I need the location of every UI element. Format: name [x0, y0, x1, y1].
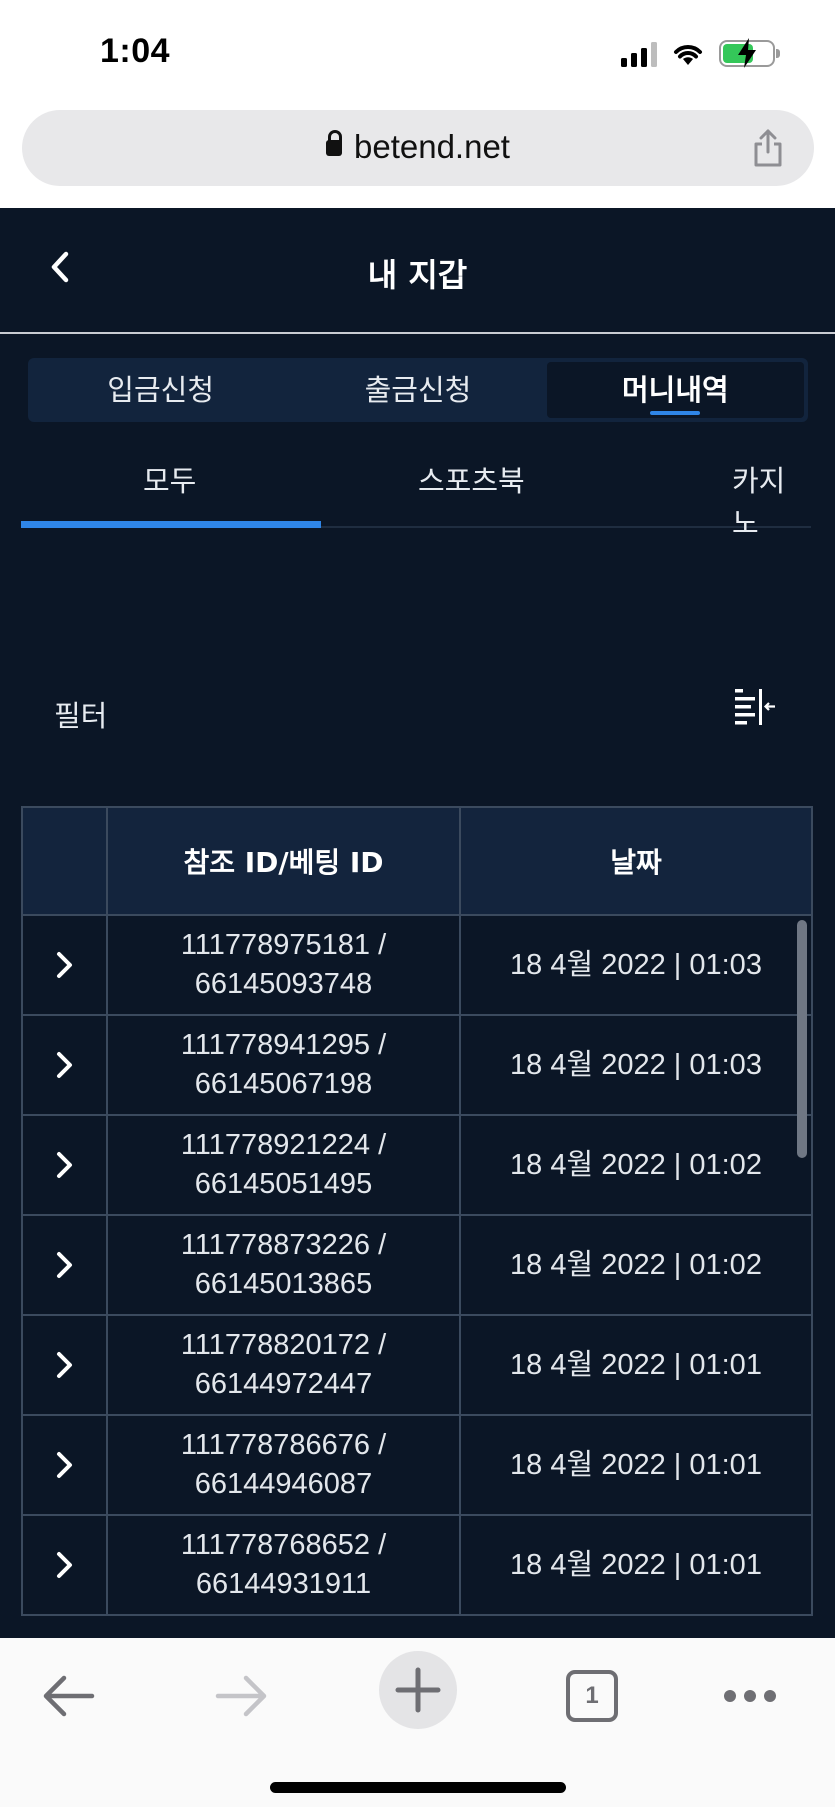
bet-id: 66145093748 — [194, 968, 373, 1000]
bet-id: 66145013865 — [194, 1268, 373, 1300]
reference-id: 111778975181 / — [180, 929, 387, 961]
chevron-right-icon[interactable] — [54, 1150, 76, 1180]
date-cell: 18 4월 2022 | 01:02 — [459, 1214, 813, 1316]
reference-bet-id-cell: 111778768652 / 66144931911 — [106, 1514, 461, 1616]
expand-row-cell[interactable] — [21, 1214, 108, 1316]
table-row[interactable]: 111778768652 / 66144931911 18 4월 2022 | 01… — [21, 1514, 813, 1616]
table-row[interactable]: 111778921224 / 66145051495 18 4월 2022 | 01… — [21, 1114, 813, 1216]
active-tab-indicator — [21, 521, 321, 528]
share-icon[interactable] — [752, 128, 784, 168]
reference-id: 111778873226 / — [180, 1229, 387, 1261]
chevron-right-icon[interactable] — [54, 1050, 76, 1080]
reference-id: 111778768652 / — [180, 1529, 387, 1561]
expand-row-cell[interactable] — [21, 1414, 108, 1516]
chevron-right-icon[interactable] — [54, 1350, 76, 1380]
expand-row-cell[interactable] — [21, 1314, 108, 1416]
reference-bet-id-cell: 111778873226 / 66145013865 — [106, 1214, 461, 1316]
filter-toggle-icon[interactable] — [733, 686, 777, 726]
reference-id: 111778921224 / — [180, 1129, 387, 1161]
date-cell: 18 4월 2022 | 01:01 — [459, 1314, 813, 1416]
wifi-icon — [674, 44, 702, 65]
category-tabs: 모두 스포츠북 카지노 — [21, 458, 811, 540]
status-bar: 1:04 — [0, 0, 835, 105]
table-row[interactable]: 111778941295 / 66145067198 18 4월 2022 | 01… — [21, 1014, 813, 1116]
reference-id: 111778820172 / — [180, 1329, 387, 1361]
battery-icon — [719, 38, 780, 68]
tab-casino[interactable]: 카지노 — [732, 458, 811, 542]
new-tab-icon[interactable] — [378, 1650, 458, 1730]
table-row[interactable]: 111778786676 / 66144946087 18 4월 2022 | 01… — [21, 1414, 813, 1516]
expand-row-cell[interactable] — [21, 914, 108, 1016]
home-indicator — [270, 1782, 566, 1793]
table-row[interactable]: 111778975181 / 66145093748 18 4월 2022 | 01… — [21, 914, 813, 1016]
bet-id: 66144972447 — [194, 1368, 373, 1400]
reference-bet-id-cell: 111778941295 / 66145067198 — [106, 1014, 461, 1116]
expand-row-cell[interactable] — [21, 1514, 108, 1616]
chevron-right-icon[interactable] — [54, 950, 76, 980]
tab-sportsbook[interactable]: 스포츠북 — [418, 458, 525, 500]
page-title: 내 지갑 — [367, 256, 468, 294]
browser-toolbar: 1 — [0, 1638, 835, 1807]
table-row[interactable]: 111778820172 / 66144972447 18 4월 2022 | 01… — [21, 1314, 813, 1416]
table-scrollbar[interactable] — [797, 920, 807, 1158]
expand-column-header — [21, 806, 108, 916]
date-header: 날짜 — [459, 806, 813, 916]
expand-row-cell[interactable] — [21, 1114, 108, 1216]
date-cell: 18 4월 2022 | 01:01 — [459, 1514, 813, 1616]
lock-icon — [326, 130, 342, 156]
chevron-right-icon[interactable] — [54, 1450, 76, 1480]
table-row[interactable]: 111778873226 / 66145013865 18 4월 2022 | 01… — [21, 1214, 813, 1316]
expand-row-cell[interactable] — [21, 1014, 108, 1116]
bet-id: 66145067198 — [194, 1068, 373, 1100]
chevron-right-icon[interactable] — [54, 1550, 76, 1580]
status-time: 1:04 — [100, 32, 171, 70]
tab-money-history[interactable]: 머니내역 — [546, 362, 804, 418]
reference-bet-id-cell: 111778820172 / 66144972447 — [106, 1314, 461, 1416]
filter-label[interactable]: 필터 — [54, 693, 107, 735]
back-icon[interactable] — [40, 1674, 96, 1718]
status-icons — [621, 38, 780, 68]
date-cell: 18 4월 2022 | 01:03 — [459, 914, 813, 1016]
bet-id: 66144931911 — [195, 1568, 372, 1600]
bet-id: 66145051495 — [194, 1168, 373, 1200]
url-text: betend.net — [354, 128, 510, 165]
reference-id: 111778786676 / — [180, 1429, 387, 1461]
reference-bet-id-cell: 111778786676 / 66144946087 — [106, 1414, 461, 1516]
tab-withdraw-request[interactable]: 출금신청 — [289, 362, 546, 418]
reference-bet-id-cell: 111778975181 / 66145093748 — [106, 914, 461, 1016]
wallet-app: 내 지갑 입금신청 출금신청 머니내역 모두 스포츠북 카지노 필터 참조 ID… — [0, 208, 835, 1638]
signal-icon — [621, 41, 657, 67]
forward-icon[interactable] — [214, 1674, 270, 1718]
reference-id: 111778941295 / — [180, 1029, 387, 1061]
tab-deposit-request[interactable]: 입금신청 — [32, 362, 289, 418]
bet-id: 66144946087 — [194, 1468, 373, 1500]
tabs-count-button[interactable]: 1 — [566, 1670, 618, 1722]
table-header-row: 참조 ID/베팅 ID 날짜 — [21, 806, 813, 916]
date-cell: 18 4월 2022 | 01:02 — [459, 1114, 813, 1216]
transaction-table: 참조 ID/베팅 ID 날짜 111778975181 / 66145093748… — [21, 806, 813, 1616]
tab-all[interactable]: 모두 — [143, 458, 196, 500]
chevron-right-icon[interactable] — [54, 1250, 76, 1280]
wallet-tabs: 입금신청 출금신청 머니내역 — [28, 358, 808, 422]
date-cell: 18 4월 2022 | 01:03 — [459, 1014, 813, 1116]
app-header: 내 지갑 — [0, 208, 835, 334]
reference-id-header: 참조 ID/베팅 ID — [106, 806, 461, 916]
more-options-icon[interactable] — [720, 1686, 780, 1706]
reference-bet-id-cell: 111778921224 / 66145051495 — [106, 1114, 461, 1216]
address-bar[interactable]: betend.net — [22, 110, 814, 186]
date-cell: 18 4월 2022 | 01:01 — [459, 1414, 813, 1516]
